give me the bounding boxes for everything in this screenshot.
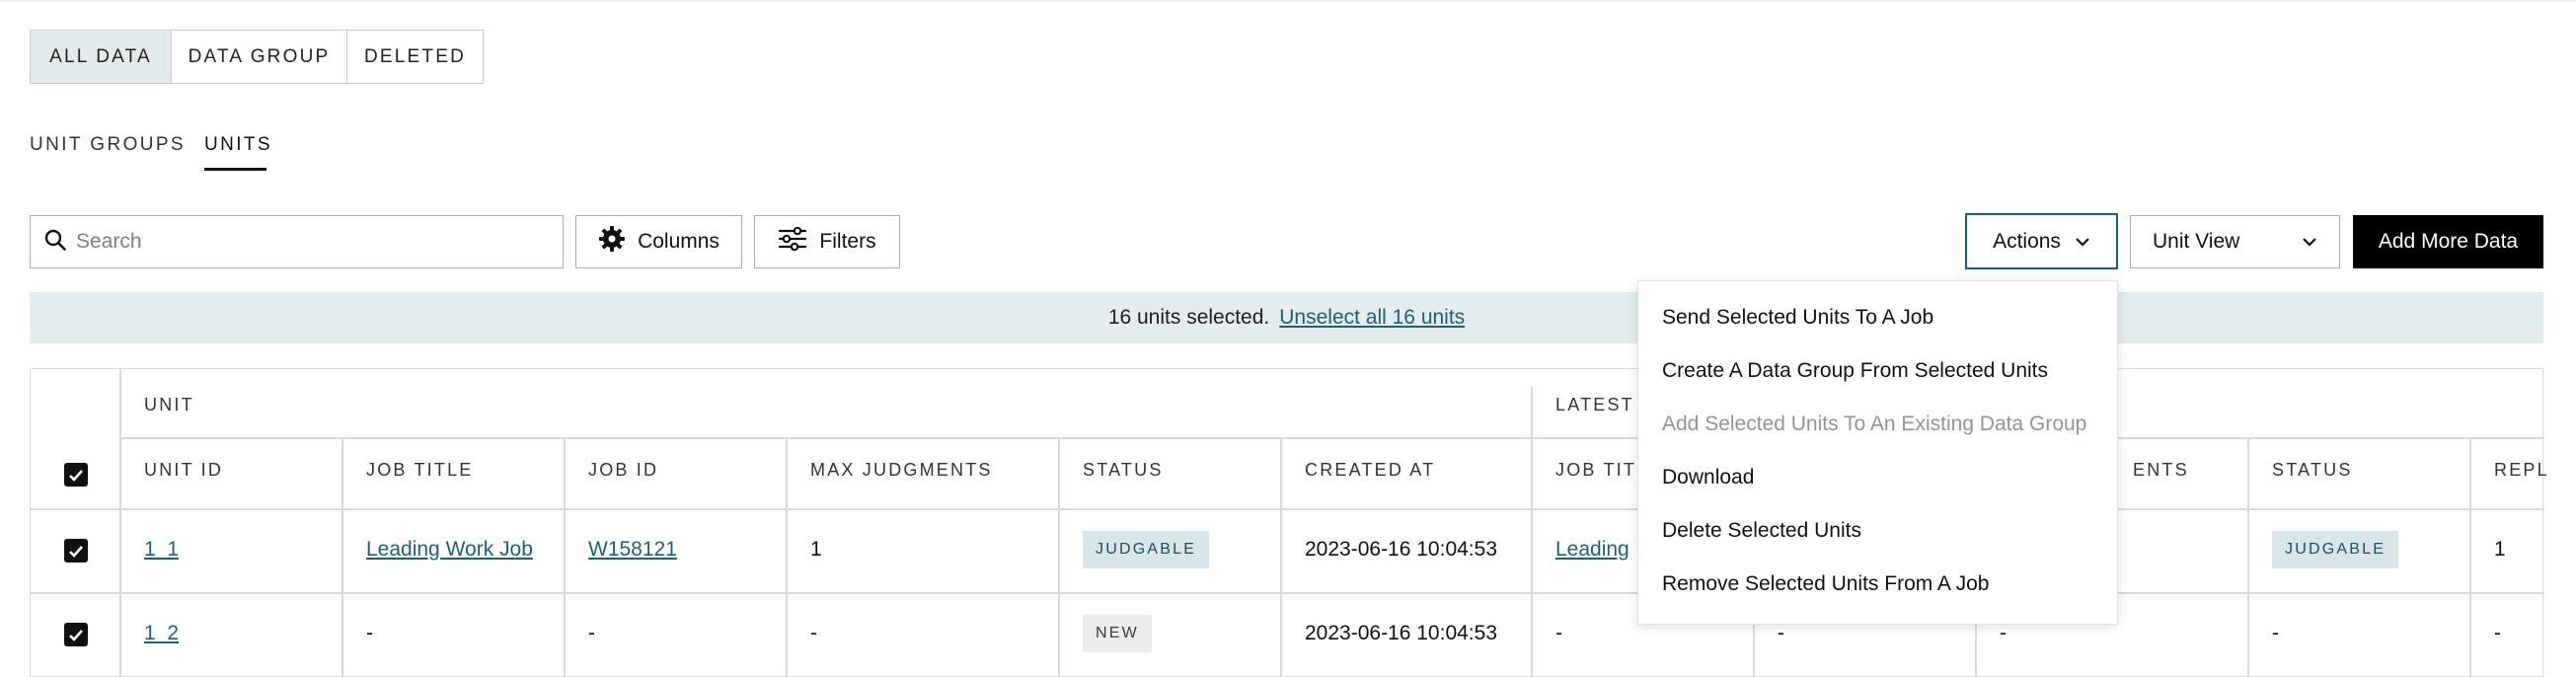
latest-status-value: -	[2272, 622, 2279, 644]
job-title-link[interactable]: Leading Work Job	[366, 538, 533, 562]
latest-judgments-value: -	[2000, 622, 2007, 644]
row-checkbox[interactable]	[64, 623, 88, 646]
units-table: UNIT LATEST UNIT ID JOB TITLE JOB ID MAX…	[30, 368, 2547, 677]
col-header-job-title[interactable]: JOB TITLE	[366, 460, 474, 481]
latest-job-title-link[interactable]: Leading	[1555, 538, 1629, 562]
col-header-max-judgments[interactable]: MAX JUDGMENTS	[810, 460, 993, 481]
table-divider	[2469, 437, 2471, 677]
table-divider	[31, 592, 2544, 594]
actions-label: Actions	[1993, 229, 2061, 253]
menu-item-remove-from-job[interactable]: Remove Selected Units From A Job	[1662, 572, 1989, 596]
menu-item-create-data-group[interactable]: Create A Data Group From Selected Units	[1662, 359, 2048, 383]
replies-value: -	[2494, 622, 2501, 644]
max-judgments-value: 1	[810, 538, 822, 561]
check-icon	[69, 629, 83, 641]
table-divider	[119, 369, 121, 677]
table-divider	[786, 437, 788, 677]
table-divider	[119, 437, 2544, 439]
chevron-down-icon	[2075, 237, 2090, 247]
col-header-latest-job-title[interactable]: JOB TITL	[1555, 460, 1648, 481]
tab-deleted[interactable]: DELETED	[347, 31, 483, 83]
table-divider	[1531, 387, 1533, 677]
max-judgments-value: -	[810, 622, 817, 644]
add-more-data-button[interactable]: Add More Data	[2353, 215, 2543, 268]
table-divider	[1058, 437, 1060, 677]
gear-icon	[598, 225, 638, 259]
table-divider	[31, 508, 2544, 510]
table-divider	[341, 437, 343, 677]
active-tab-indicator	[204, 168, 266, 171]
tab-all-data[interactable]: ALL DATA	[31, 31, 172, 83]
selection-banner: 16 units selected. Unselect all 16 units	[30, 292, 2543, 343]
col-header-latest-status[interactable]: STATUS	[2272, 460, 2353, 481]
check-icon	[69, 545, 83, 558]
menu-item-download[interactable]: Download	[1662, 466, 1754, 489]
chevron-down-icon	[2302, 237, 2317, 247]
status-badge: NEW	[1083, 615, 1152, 652]
table-divider	[1280, 437, 1282, 677]
replies-value: 1	[2494, 538, 2506, 561]
col-header-job-id[interactable]: JOB ID	[588, 460, 658, 481]
search-box[interactable]	[30, 215, 564, 268]
table-divider	[564, 437, 566, 677]
tab-units[interactable]: UNITS	[204, 134, 272, 156]
actions-menu: Send Selected Units To A Job Create A Da…	[1637, 280, 2118, 625]
latest-job-title-value: -	[1555, 622, 1562, 644]
view-select-value: Unit View	[2153, 230, 2240, 253]
view-select[interactable]: Unit View	[2130, 215, 2340, 268]
col-header-status[interactable]: STATUS	[1083, 460, 1164, 481]
group-header-latest: LATEST	[1555, 395, 1634, 414]
filters-label: Filters	[819, 230, 876, 253]
select-all-checkbox[interactable]	[64, 463, 88, 487]
filters-button[interactable]: Filters	[754, 215, 900, 268]
selection-count-text: 16 units selected.	[1107, 306, 1270, 329]
col-header-replies[interactable]: REPL	[2494, 460, 2549, 481]
data-scope-tabs: ALL DATA DATA GROUP DELETED	[30, 30, 484, 84]
created-at-value: 2023-06-16 10:04:53	[1305, 622, 1497, 644]
menu-item-add-to-data-group: Add Selected Units To An Existing Data G…	[1662, 413, 2087, 435]
menu-item-send-to-job[interactable]: Send Selected Units To A Job	[1662, 306, 1933, 330]
col-header-latest-judgments[interactable]: ENTS	[2133, 460, 2189, 481]
group-header-unit: UNIT	[144, 395, 194, 414]
unit-id-link[interactable]: 1_1	[144, 538, 179, 562]
unit-id-link[interactable]: 1_2	[144, 622, 179, 645]
latest-status-badge: JUDGABLE	[2272, 531, 2399, 568]
menu-item-delete-units[interactable]: Delete Selected Units	[1662, 519, 1861, 543]
unselect-all-link[interactable]: Unselect all 16 units	[1279, 306, 1465, 330]
tab-unit-groups[interactable]: UNIT GROUPS	[30, 134, 186, 156]
search-icon	[44, 229, 66, 256]
search-input[interactable]	[76, 230, 530, 254]
job-id-link[interactable]: W158121	[588, 538, 677, 562]
created-at-value: 2023-06-16 10:04:53	[1305, 538, 1497, 561]
top-divider	[0, 0, 2576, 2]
tab-data-group[interactable]: DATA GROUP	[172, 31, 347, 83]
row-checkbox[interactable]	[64, 539, 88, 563]
status-badge: JUDGABLE	[1083, 531, 1210, 568]
latest-job-id-value: -	[1778, 622, 1784, 644]
job-title-value: -	[366, 622, 373, 644]
actions-dropdown-button[interactable]: Actions	[1965, 213, 2118, 269]
columns-button[interactable]: Columns	[575, 215, 742, 268]
columns-label: Columns	[638, 230, 720, 253]
job-id-value: -	[588, 622, 595, 644]
col-header-unit-id[interactable]: UNIT ID	[144, 460, 223, 481]
check-icon	[69, 469, 83, 482]
sliders-icon	[778, 226, 819, 258]
col-header-created-at[interactable]: CREATED AT	[1305, 460, 1435, 481]
table-divider	[2247, 437, 2249, 677]
